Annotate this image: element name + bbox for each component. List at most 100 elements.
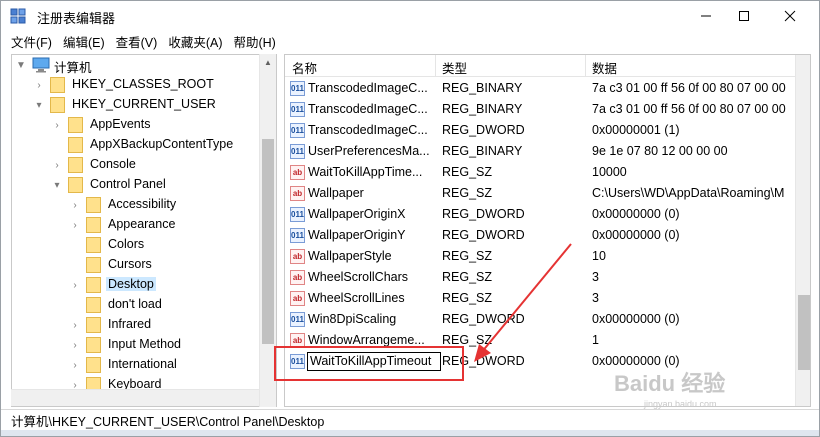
value-type: REG_BINARY [442, 81, 523, 95]
tree-item-infrared[interactable]: › Infrared [12, 315, 260, 335]
tree-item-label: AppEvents [90, 117, 151, 131]
expand-arrow-icon[interactable]: › [70, 355, 80, 375]
registry-value-row[interactable]: 011 Win8DpiScaling REG_DWORD 0x00000000 (0) [285, 309, 795, 330]
column-header-name[interactable]: 名称 [292, 58, 317, 77]
tree-item-international[interactable]: › International [12, 355, 260, 375]
close-button[interactable] [767, 1, 813, 31]
folder-icon [86, 197, 101, 213]
tree-item-[interactable]: ▼ 计算机 [12, 55, 260, 75]
registry-editor-icon [10, 8, 26, 24]
value-name: Win8DpiScaling [308, 312, 397, 326]
registry-value-row[interactable]: ab WallpaperStyle REG_SZ 10 [285, 246, 795, 267]
folder-icon [50, 97, 65, 113]
value-data: 0x00000000 (0) [592, 207, 680, 221]
tree-item-hkey-classes-root[interactable]: › HKEY_CLASSES_ROOT [12, 75, 260, 95]
collapse-arrow-icon[interactable]: ▼ [16, 55, 26, 75]
tree-item-label: Infrared [108, 317, 152, 331]
registry-value-row[interactable]: ab Wallpaper REG_SZ C:\Users\WD\AppData\Roa… [285, 183, 795, 204]
value-type: REG_BINARY [442, 144, 523, 158]
binary-value-icon: 011 [290, 81, 305, 96]
key-tree-pane[interactable]: ▼ 计算机 › HKEY_CLASSES_ROOT ▾ HKEY_CURRENT_USER… [11, 54, 277, 407]
folder-icon [86, 277, 101, 293]
tree-item-label: HKEY_CLASSES_ROOT [72, 77, 214, 91]
menu-favorites[interactable]: 收藏夹(A) [168, 32, 222, 51]
registry-value-row[interactable]: ab WheelScrollChars REG_SZ 3 [285, 267, 795, 288]
value-data: 10 [592, 249, 606, 263]
expand-arrow-icon[interactable]: › [70, 275, 80, 295]
value-name: WheelScrollChars [308, 270, 409, 284]
value-type: REG_DWORD [442, 207, 525, 221]
list-scroll-thumb[interactable] [798, 295, 810, 370]
expand-arrow-icon[interactable]: › [70, 335, 80, 355]
computer-icon [32, 57, 50, 73]
registry-value-row[interactable]: 011 TranscodedImageC... REG_BINARY 7a c3 01… [285, 78, 795, 99]
tree-item-appearance[interactable]: › Appearance [12, 215, 260, 235]
binary-value-icon: 011 [290, 312, 305, 327]
scroll-up-icon[interactable]: ▲ [264, 58, 272, 67]
tree-item-don-t-load[interactable]: don't load [12, 295, 260, 315]
tree-item-control-panel[interactable]: ▾ Control Panel [12, 175, 260, 195]
column-header-data[interactable]: 数据 [592, 58, 617, 77]
registry-value-row[interactable]: 011 UserPreferencesMa... REG_BINARY 9e 1e 0… [285, 141, 795, 162]
tree-item-appxbackupcontenttype[interactable]: AppXBackupContentType [12, 135, 260, 155]
value-name: WallpaperOriginY [308, 228, 406, 242]
tree-item-accessibility[interactable]: › Accessibility [12, 195, 260, 215]
folder-icon [86, 257, 101, 273]
list-vertical-scrollbar[interactable] [795, 55, 810, 406]
folder-icon [68, 137, 83, 153]
tree-scroll-thumb[interactable] [262, 139, 274, 344]
menu-help[interactable]: 帮助(H) [233, 32, 275, 51]
expand-arrow-icon[interactable]: › [52, 155, 62, 175]
string-value-icon: ab [290, 249, 305, 264]
value-data: 9e 1e 07 80 12 00 00 00 [592, 144, 728, 158]
collapse-arrow-icon[interactable]: ▾ [52, 175, 62, 195]
collapse-arrow-icon[interactable]: ▾ [34, 95, 44, 115]
value-name: TranscodedImageC... [308, 123, 428, 137]
menu-view[interactable]: 查看(V) [116, 32, 158, 51]
tree-item-hkey-current-user[interactable]: ▾ HKEY_CURRENT_USER [12, 95, 260, 115]
column-divider[interactable] [585, 55, 586, 77]
tree-item-colors[interactable]: Colors [12, 235, 260, 255]
string-value-icon: ab [290, 165, 305, 180]
expand-arrow-icon[interactable]: › [34, 75, 44, 95]
value-type: REG_DWORD [442, 228, 525, 242]
registry-value-row[interactable]: ab WaitToKillAppTime... REG_SZ 10000 [285, 162, 795, 183]
binary-value-icon: 011 [290, 144, 305, 159]
expand-arrow-icon[interactable]: › [70, 315, 80, 335]
expand-arrow-icon[interactable]: › [70, 215, 80, 235]
registry-value-row[interactable]: 011 TranscodedImageC... REG_DWORD 0x0000000… [285, 120, 795, 141]
value-name: WallpaperStyle [308, 249, 392, 263]
registry-value-row[interactable]: 011 WallpaperOriginX REG_DWORD 0x00000000 (… [285, 204, 795, 225]
folder-icon [86, 357, 101, 373]
tree-item-input-method[interactable]: › Input Method [12, 335, 260, 355]
folder-icon [86, 237, 101, 253]
value-name: WaitToKillAppTime... [308, 165, 423, 179]
registry-value-row[interactable]: ab WheelScrollLines REG_SZ 3 [285, 288, 795, 309]
value-data: 0x00000000 (0) [592, 312, 680, 326]
background-strip [1, 430, 819, 436]
folder-icon [68, 157, 83, 173]
value-type: REG_SZ [442, 291, 493, 305]
column-divider[interactable] [435, 55, 436, 77]
value-name: WallpaperOriginX [308, 207, 406, 221]
menu-edit[interactable]: 编辑(E) [63, 32, 105, 51]
tree-item-label: HKEY_CURRENT_USER [72, 97, 216, 111]
menu-file[interactable]: 文件(F) [11, 32, 52, 51]
maximize-button[interactable] [721, 1, 767, 31]
registry-value-row[interactable]: 011 WallpaperOriginY REG_DWORD 0x00000000 (… [285, 225, 795, 246]
tree-item-desktop[interactable]: › Desktop [12, 275, 260, 295]
tree-horizontal-scrollbar[interactable] [11, 389, 259, 406]
tree-item-label: don't load [108, 297, 162, 311]
expand-arrow-icon[interactable]: › [70, 195, 80, 215]
maximize-icon [739, 11, 749, 21]
expand-arrow-icon[interactable]: › [52, 115, 62, 135]
tree-item-label: Console [90, 157, 136, 171]
tree-item-console[interactable]: › Console [12, 155, 260, 175]
value-data: 10000 [592, 165, 627, 179]
tree-item-appevents[interactable]: › AppEvents [12, 115, 260, 135]
tree-item-cursors[interactable]: Cursors [12, 255, 260, 275]
registry-value-row[interactable]: 011 TranscodedImageC... REG_BINARY 7a c3 01… [285, 99, 795, 120]
column-header-type[interactable]: 类型 [442, 58, 467, 77]
